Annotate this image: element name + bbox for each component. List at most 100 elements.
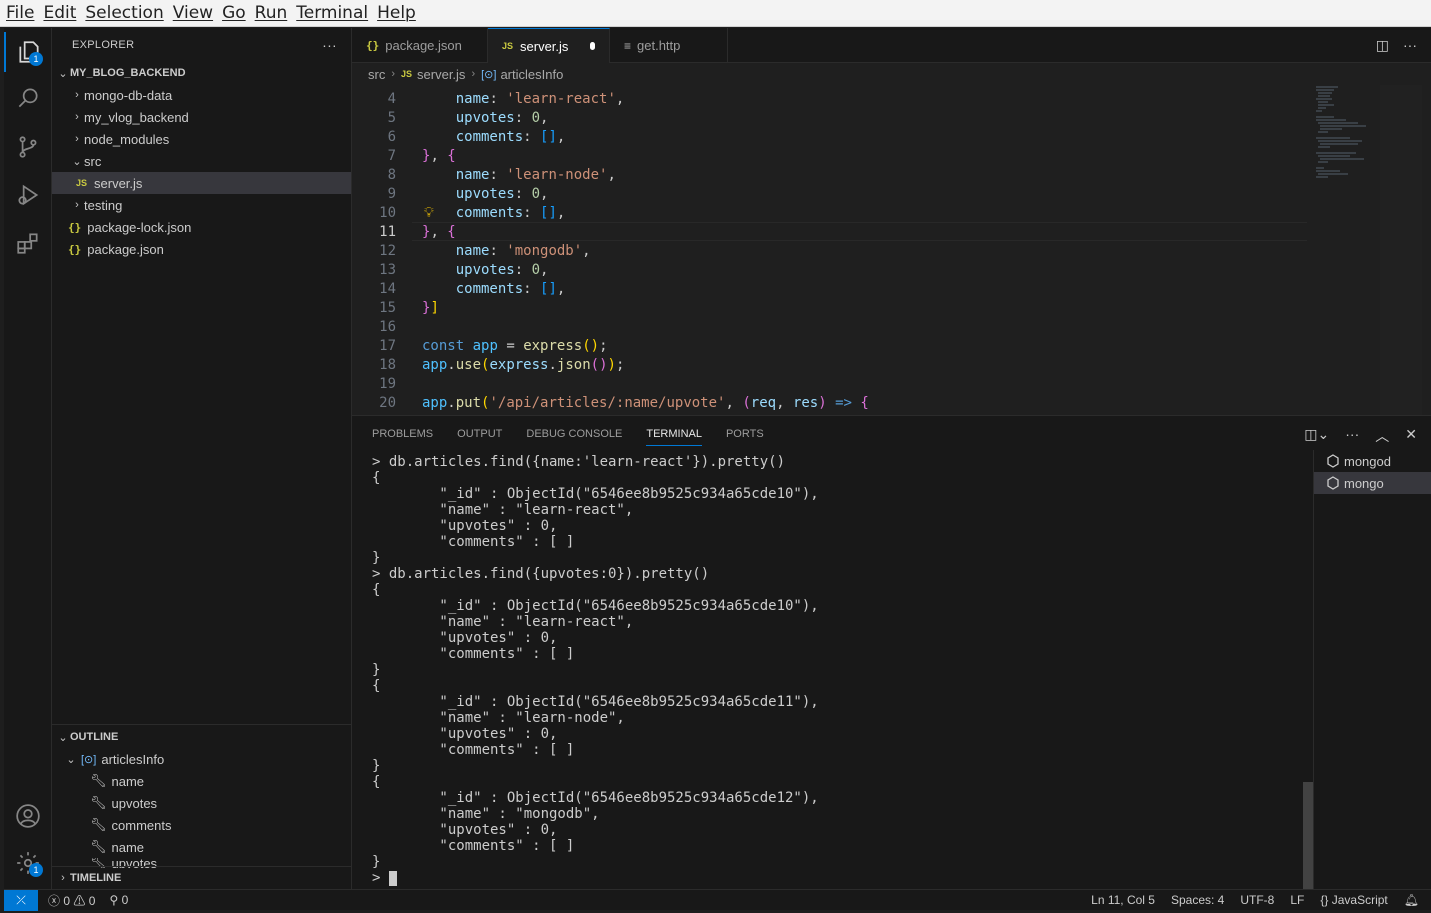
menu-help[interactable]: Help: [377, 3, 416, 23]
outline-item-label: comments: [111, 817, 172, 833]
explorer-more-button[interactable]: ···: [322, 37, 337, 53]
tab-problems[interactable]: PROBLEMS: [372, 428, 433, 446]
folder-root[interactable]: ⌄ MY_BLOG_BACKEND: [52, 62, 351, 84]
tab-ports[interactable]: PORTS: [726, 428, 764, 446]
problems-indicator[interactable]: ⓧ 0 ⚠ 0: [48, 892, 95, 909]
property-icon: 🔧︎: [90, 839, 107, 854]
code-line: 15}]: [379, 300, 439, 316]
menu-file[interactable]: File: [6, 3, 34, 23]
variable-icon: [⊙]: [81, 753, 97, 766]
tree-item-testing[interactable]: › testing: [52, 194, 351, 216]
bell-icon[interactable]: 🔔︎: [1404, 893, 1419, 907]
breadcrumb-file[interactable]: server.js: [417, 67, 465, 82]
tree-item-label: node_modules: [84, 131, 170, 147]
code-line: 10 💡︎ comments: [],: [379, 205, 566, 221]
indentation[interactable]: Spaces: 4: [1171, 893, 1224, 907]
tree-item-package-lock-json[interactable]: {} package-lock.json: [52, 216, 351, 238]
manage-button[interactable]: 1: [4, 843, 52, 883]
maximize-panel-icon[interactable]: ︿: [1375, 426, 1389, 446]
end-of-line[interactable]: LF: [1290, 893, 1304, 907]
cursor-position[interactable]: Ln 11, Col 5: [1091, 893, 1155, 907]
tree-item-node-modules[interactable]: › node_modules: [52, 128, 351, 150]
tab-terminal[interactable]: TERMINAL: [646, 428, 702, 446]
status-bar: ⤫ ⓧ 0 ⚠ 0 ⚲ 0 Ln 11, Col 5 Spaces: 4 UTF…: [4, 889, 1431, 911]
braces-icon: {}: [1320, 893, 1329, 907]
tab-label: get.http: [637, 38, 681, 53]
tab-debug-console[interactable]: DEBUG CONSOLE: [526, 428, 622, 446]
outline-item[interactable]: 🔧︎ comments: [52, 814, 352, 836]
menu-view[interactable]: View: [173, 3, 213, 23]
outline-item[interactable]: 🔧︎ upvotes: [52, 792, 352, 814]
run-debug-icon: [18, 184, 39, 206]
terminal-output[interactable]: > db.articles.find({name:'learn-react'})…: [372, 454, 1302, 890]
breadcrumb-src[interactable]: src: [368, 67, 385, 82]
accounts-button[interactable]: [4, 796, 52, 836]
timeline-header[interactable]: › TIMELINE: [52, 867, 352, 889]
split-terminal-icon[interactable]: ◫⌄: [1304, 426, 1329, 446]
tree-item-src[interactable]: ⌄ src: [52, 150, 351, 172]
menu-run[interactable]: Run: [255, 3, 288, 23]
code-line: 8 name: 'learn-node',: [387, 167, 616, 183]
tab-output[interactable]: OUTPUT: [457, 428, 502, 446]
tree-item-server-js[interactable]: JS server.js: [52, 172, 351, 194]
chevron-right-icon: ›: [391, 68, 396, 80]
property-icon: 🔧︎: [90, 773, 107, 788]
terminal-cube-icon: [1327, 476, 1339, 490]
tab-server-js[interactable]: JS server.js: [488, 28, 610, 63]
terminal-text: > db.articles.find({name:'learn-react'})…: [372, 454, 819, 886]
tree-item-package-json[interactable]: {} package.json: [52, 238, 351, 260]
terminal-item-label: mongo: [1344, 475, 1384, 491]
chevron-right-icon: ›: [75, 199, 79, 211]
run-debug-button[interactable]: [4, 175, 52, 215]
terminal-scrollbar[interactable]: [1303, 782, 1313, 889]
broadcast-icon: ⚲: [109, 893, 119, 907]
minimap[interactable]: [1312, 85, 1422, 415]
variable-icon: [⊙]: [481, 68, 497, 81]
outline-header[interactable]: ⌄ OUTLINE: [52, 726, 352, 748]
tree-item-my-vlog-backend[interactable]: › my_vlog_backend: [52, 106, 351, 128]
menu-edit[interactable]: Edit: [43, 3, 76, 23]
tab-package-json[interactable]: {} package.json: [352, 28, 488, 63]
code-line: 9 upvotes: 0,: [387, 186, 549, 202]
code-editor[interactable]: 4 name: 'learn-react', 5 upvotes: 0, 6 c…: [352, 85, 1431, 415]
language-mode[interactable]: {} JavaScript: [1320, 893, 1387, 907]
more-actions-icon[interactable]: ···: [1403, 37, 1417, 54]
extensions-button[interactable]: [4, 223, 52, 263]
error-count: 0: [63, 893, 71, 908]
split-editor-icon[interactable]: ◫: [1376, 37, 1389, 54]
unsaved-dot-icon[interactable]: [590, 42, 595, 50]
source-control-button[interactable]: [4, 127, 52, 167]
menu-go[interactable]: Go: [222, 3, 246, 23]
timeline-section: › TIMELINE: [52, 866, 352, 889]
more-actions-icon[interactable]: ···: [1345, 426, 1359, 446]
search-button[interactable]: [4, 78, 52, 118]
http-file-icon: ≡: [624, 38, 632, 53]
tab-get-http[interactable]: ≡ get.http: [610, 28, 728, 63]
json-file-icon: {}: [68, 220, 82, 234]
close-icon[interactable]: ✕: [1405, 426, 1417, 446]
outline-item[interactable]: 🔧︎ name: [52, 836, 352, 858]
chevron-right-icon: ›: [75, 133, 79, 145]
explorer-button[interactable]: 1: [4, 32, 52, 72]
tree-item-mongo-db-data[interactable]: › mongo-db-data: [52, 84, 351, 106]
outline-item-articlesinfo[interactable]: ⌄ [⊙] articlesInfo: [52, 748, 352, 770]
outline-item[interactable]: 🔧︎ name: [52, 770, 352, 792]
menu-terminal[interactable]: Terminal: [296, 3, 368, 23]
chevron-right-icon: ›: [75, 111, 79, 123]
warning-icon: ⚠: [73, 893, 86, 908]
terminal-item-mongo[interactable]: mongo: [1314, 472, 1431, 494]
menu-selection[interactable]: Selection: [85, 3, 163, 23]
breadcrumb-symbol[interactable]: articlesInfo: [500, 67, 563, 82]
chevron-down-icon: ⌄: [66, 753, 76, 766]
encoding[interactable]: UTF-8: [1240, 893, 1274, 907]
error-icon: ⓧ: [48, 893, 61, 908]
chevron-down-icon: ⌄: [72, 155, 82, 168]
terminal-item-label: mongod: [1344, 453, 1391, 469]
terminal-item-mongod[interactable]: mongod: [1314, 450, 1431, 472]
code-line: 5 upvotes: 0,: [387, 110, 549, 126]
ports-indicator[interactable]: ⚲ 0: [109, 893, 128, 907]
tab-label: server.js: [520, 38, 569, 54]
json-file-icon: {}: [366, 39, 380, 52]
outline-item-label: articlesInfo: [101, 751, 165, 767]
remote-indicator[interactable]: ⤫: [4, 889, 38, 911]
